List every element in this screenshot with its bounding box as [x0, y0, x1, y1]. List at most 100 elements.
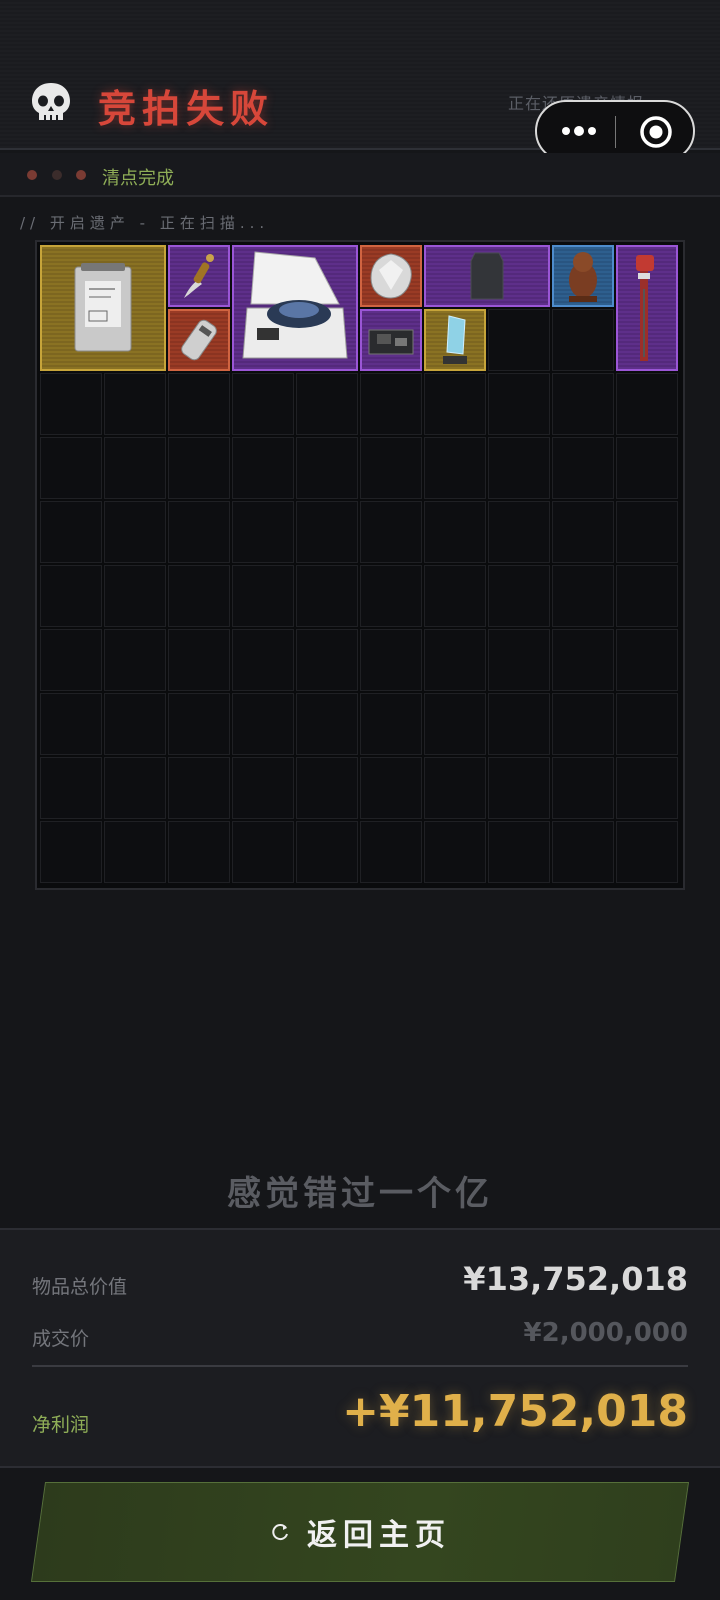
- empty-slot: [104, 565, 166, 627]
- empty-slot: [168, 565, 230, 627]
- empty-slot: [104, 629, 166, 691]
- empty-slot: [40, 757, 102, 819]
- empty-slot: [296, 821, 358, 883]
- crystal-trophy-icon: [443, 315, 467, 364]
- status-dot: [52, 170, 62, 180]
- empty-slot: [488, 501, 550, 563]
- empty-slot: [168, 693, 230, 755]
- empty-slot: [296, 693, 358, 755]
- empty-slot: [424, 629, 486, 691]
- net-profit-value: +¥11,752,018: [342, 1386, 688, 1437]
- empty-slot: [40, 629, 102, 691]
- item-pipe-wrench[interactable]: [616, 245, 678, 371]
- empty-slot: [40, 373, 102, 435]
- document-bag-icon: [74, 263, 132, 352]
- empty-slot: [552, 309, 614, 371]
- empty-slot: [40, 501, 102, 563]
- more-icon[interactable]: [559, 124, 599, 138]
- empty-slot: [40, 693, 102, 755]
- item-document-bag[interactable]: [40, 245, 166, 371]
- empty-slot: [488, 437, 550, 499]
- empty-slot: [424, 821, 486, 883]
- net-profit-label: 净利润: [32, 1414, 90, 1436]
- status-text: 清点完成: [102, 168, 174, 189]
- empty-slot: [552, 373, 614, 435]
- empty-slot: [104, 437, 166, 499]
- empty-slot: [360, 629, 422, 691]
- circuit-board-icon: [368, 329, 414, 355]
- empty-slot: [40, 565, 102, 627]
- back-home-label: 返回主页: [307, 1518, 451, 1553]
- empty-slot: [40, 821, 102, 883]
- item-flashlight[interactable]: [168, 309, 230, 371]
- diamond-icon: [370, 253, 412, 299]
- empty-slot: [104, 373, 166, 435]
- empty-slot: [360, 821, 422, 883]
- empty-slot: [168, 437, 230, 499]
- empty-slot: [104, 821, 166, 883]
- item-centrifuge[interactable]: [232, 245, 358, 371]
- item-crystal-trophy[interactable]: [424, 309, 486, 371]
- empty-slot: [296, 373, 358, 435]
- item-dagger[interactable]: [168, 245, 230, 307]
- total-value-label: 物品总价值: [32, 1276, 128, 1298]
- empty-slot: [552, 629, 614, 691]
- empty-slot: [232, 373, 294, 435]
- empty-slot: [552, 565, 614, 627]
- empty-slot: [232, 693, 294, 755]
- item-armor-plate[interactable]: [424, 245, 550, 307]
- value-summary-panel: 物品总价值 ¥13,752,018 成交价 ¥2,000,000 净利润 +¥1…: [0, 1228, 720, 1468]
- empty-slot: [232, 757, 294, 819]
- empty-slot: [616, 501, 678, 563]
- empty-slot: [168, 629, 230, 691]
- flashlight-icon: [181, 319, 217, 361]
- empty-slot: [168, 501, 230, 563]
- empty-slot: [488, 309, 550, 371]
- empty-slot: [296, 437, 358, 499]
- empty-slot: [488, 693, 550, 755]
- empty-slot: [488, 757, 550, 819]
- owl-statue-icon: [569, 252, 597, 302]
- empty-slot: [296, 629, 358, 691]
- empty-slot: [488, 565, 550, 627]
- empty-slot: [232, 437, 294, 499]
- empty-slot: [424, 693, 486, 755]
- refresh-icon: [272, 1524, 288, 1541]
- missed-opportunity-text: 感觉错过一个亿: [227, 1174, 493, 1214]
- empty-slot: [552, 821, 614, 883]
- empty-slot: [104, 501, 166, 563]
- empty-slot: [488, 821, 550, 883]
- close-target-icon[interactable]: [638, 114, 674, 150]
- armor-plate-icon: [470, 252, 504, 300]
- empty-slot: [104, 757, 166, 819]
- empty-slot: [360, 565, 422, 627]
- inventory-grid: [35, 240, 685, 890]
- empty-slot: [424, 373, 486, 435]
- back-home-button-content[interactable]: 返回主页: [0, 1482, 720, 1582]
- centrifuge-icon: [242, 251, 348, 359]
- pipe-wrench-icon: [636, 255, 654, 361]
- empty-slot: [616, 693, 678, 755]
- page-title: 竞拍失败: [98, 87, 275, 131]
- item-circuit-board[interactable]: [360, 309, 422, 371]
- summary-divider: [32, 1365, 688, 1367]
- empty-slot: [616, 757, 678, 819]
- empty-slot: [40, 437, 102, 499]
- item-owl-statue[interactable]: [552, 245, 614, 307]
- empty-slot: [360, 693, 422, 755]
- empty-slot: [424, 501, 486, 563]
- dagger-icon: [184, 254, 214, 298]
- empty-slot: [232, 501, 294, 563]
- empty-slot: [488, 629, 550, 691]
- empty-slot: [488, 373, 550, 435]
- item-diamond[interactable]: [360, 245, 422, 307]
- empty-slot: [232, 565, 294, 627]
- empty-slot: [360, 757, 422, 819]
- empty-slot: [616, 565, 678, 627]
- empty-slot: [168, 821, 230, 883]
- empty-slot: [552, 437, 614, 499]
- status-dot: [27, 170, 37, 180]
- empty-slot: [424, 757, 486, 819]
- empty-slot: [168, 757, 230, 819]
- empty-slot: [552, 501, 614, 563]
